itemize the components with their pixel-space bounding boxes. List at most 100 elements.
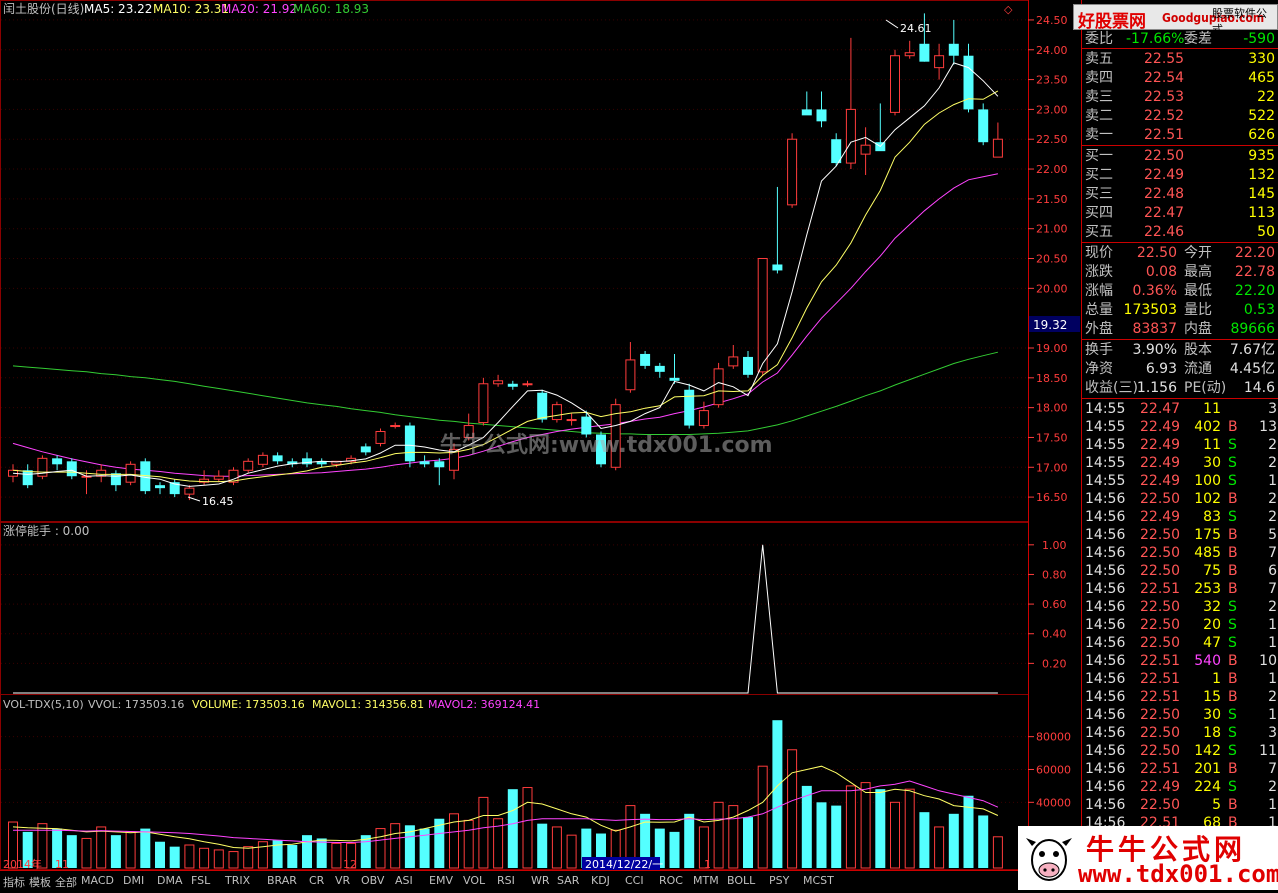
tab-3[interactable]: MACD (81, 874, 114, 887)
candle[interactable] (551, 401, 562, 423)
volume-bar[interactable] (522, 787, 533, 869)
tab-8[interactable]: BRAR (267, 874, 297, 887)
volume-bar[interactable] (228, 851, 239, 869)
volume-bar[interactable] (478, 796, 489, 869)
candle[interactable] (316, 458, 327, 468)
candle[interactable] (625, 342, 636, 393)
volume-bar[interactable] (169, 846, 180, 868)
volume-bar[interactable] (919, 812, 930, 868)
volume-bar[interactable] (684, 813, 695, 868)
tab-4[interactable]: DMI (123, 874, 144, 887)
volume-bar[interactable] (743, 817, 753, 868)
volume-bar[interactable] (801, 785, 812, 868)
volume-bar[interactable] (948, 813, 959, 868)
candle[interactable] (96, 464, 107, 483)
candle[interactable] (199, 470, 210, 486)
tab-10[interactable]: VR (335, 874, 350, 887)
candle[interactable] (713, 362, 724, 408)
volume-bar[interactable] (787, 749, 798, 869)
volume-bar[interactable] (463, 819, 474, 869)
candle[interactable] (169, 479, 180, 498)
volume-bar[interactable] (978, 815, 989, 868)
volume-bars[interactable] (8, 720, 1003, 869)
volume-bar[interactable] (272, 840, 283, 868)
volume-bar[interactable] (507, 789, 518, 868)
tab-6[interactable]: FSL (191, 874, 210, 887)
candle[interactable] (845, 37, 856, 170)
candle[interactable] (272, 452, 283, 465)
volume-bar[interactable] (860, 782, 871, 869)
candle[interactable] (493, 374, 504, 387)
tab-20[interactable]: ROC (659, 874, 683, 887)
tab-19[interactable]: CCI (625, 874, 644, 887)
volume-bar[interactable] (890, 801, 900, 869)
tab-13[interactable]: EMV (429, 874, 453, 887)
candle[interactable] (22, 464, 33, 489)
candle[interactable] (243, 458, 254, 474)
candle[interactable] (52, 455, 63, 471)
candle[interactable] (772, 186, 783, 274)
tab-18[interactable]: KDJ (591, 874, 610, 887)
volume-bar[interactable] (845, 785, 856, 869)
candle[interactable] (257, 452, 268, 468)
candle[interactable] (110, 470, 121, 492)
tab-22[interactable]: BOLL (727, 874, 755, 887)
tab-2[interactable]: 全部 (55, 874, 77, 890)
tab-11[interactable]: OBV (361, 874, 384, 887)
candle[interactable] (654, 362, 665, 378)
volume-bar[interactable] (934, 826, 945, 869)
volume-bar[interactable] (213, 849, 224, 869)
candle[interactable] (978, 103, 989, 146)
candle[interactable] (66, 458, 77, 480)
candle[interactable] (860, 127, 871, 176)
volume-bar[interactable] (96, 826, 107, 869)
candle[interactable] (213, 470, 224, 483)
volume-bar[interactable] (757, 765, 768, 869)
volume-bar[interactable] (302, 835, 312, 868)
candle[interactable] (919, 13, 930, 62)
candle[interactable] (507, 380, 518, 390)
candle[interactable] (360, 443, 371, 456)
tab-9[interactable]: CR (309, 874, 324, 887)
volume-bar[interactable] (155, 841, 165, 868)
candle[interactable] (934, 43, 945, 80)
tab-17[interactable]: SAR (557, 874, 579, 887)
volume-bar[interactable] (110, 835, 121, 868)
tab-12[interactable]: ASI (395, 874, 413, 887)
tab-23[interactable]: PSY (769, 874, 789, 887)
volume-bar[interactable] (551, 826, 562, 869)
volume-bar[interactable] (772, 720, 783, 868)
candle[interactable] (963, 43, 974, 113)
volume-bar[interactable] (904, 788, 915, 869)
volume-bar[interactable] (140, 828, 151, 868)
candle[interactable] (890, 49, 900, 116)
tab-15[interactable]: RSI (497, 874, 515, 887)
candle[interactable] (757, 258, 768, 375)
tab-0[interactable]: 指标 (3, 874, 25, 890)
volume-bar[interactable] (125, 831, 136, 869)
candles[interactable] (8, 13, 1003, 501)
volume-bar[interactable] (375, 828, 386, 869)
volume-bar[interactable] (316, 838, 327, 868)
candle[interactable] (669, 353, 680, 384)
corner-icon[interactable]: ◇ (1004, 3, 1013, 16)
chart-area[interactable]: 闰土股份(日线) MA5: 23.22 MA10: 23.31 MA20: 21… (0, 0, 1081, 870)
candle[interactable] (228, 467, 239, 486)
candle[interactable] (684, 383, 695, 429)
candle[interactable] (816, 91, 827, 128)
candle[interactable] (566, 413, 577, 426)
volume-bar[interactable] (184, 844, 195, 869)
candle[interactable] (37, 455, 48, 480)
candle[interactable] (375, 428, 386, 447)
tab-21[interactable]: MTM (693, 874, 719, 887)
candle[interactable] (728, 345, 739, 369)
candle[interactable] (904, 40, 915, 59)
volume-bar[interactable] (287, 845, 298, 868)
volume-bar[interactable] (713, 801, 724, 869)
candle[interactable] (992, 122, 1003, 158)
candle[interactable] (434, 458, 445, 486)
volume-bar[interactable] (875, 789, 886, 868)
volume-bar[interactable] (728, 805, 739, 869)
candle[interactable] (743, 350, 753, 378)
volume-bar[interactable] (992, 836, 1003, 869)
